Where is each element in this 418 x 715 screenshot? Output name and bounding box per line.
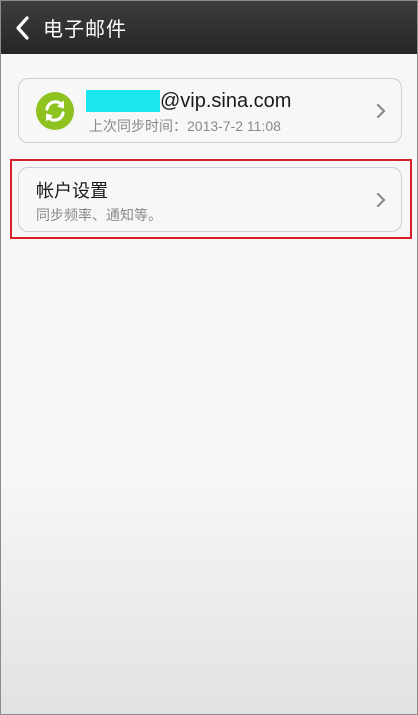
- email-domain: @vip.sina.com: [160, 89, 292, 112]
- chevron-left-icon: [16, 15, 29, 40]
- page-title: 电子邮件: [43, 17, 127, 41]
- sync-icon: [36, 92, 74, 130]
- last-sync-time: 上次同步时间：2013-7-2 11:08: [89, 118, 281, 134]
- account-settings-item[interactable]: 帐户设置 同步频率、通知等。: [18, 167, 402, 232]
- title-bar: 电子邮件: [1, 1, 417, 54]
- settings-subtitle: 同步频率、通知等。: [36, 208, 162, 224]
- chevron-right-icon: [376, 103, 386, 119]
- settings-title: 帐户设置: [36, 181, 108, 202]
- chevron-right-icon: [376, 192, 386, 208]
- account-card[interactable]: @vip.sina.com 上次同步时间：2013-7-2 11:08: [18, 78, 402, 143]
- app-frame: 电子邮件 @vip.sina.com 上次同步时间：2013-7-2 11:08…: [0, 0, 418, 715]
- back-button[interactable]: [1, 1, 43, 54]
- account-email: @vip.sina.com: [86, 89, 291, 113]
- redacted-username: [86, 90, 160, 112]
